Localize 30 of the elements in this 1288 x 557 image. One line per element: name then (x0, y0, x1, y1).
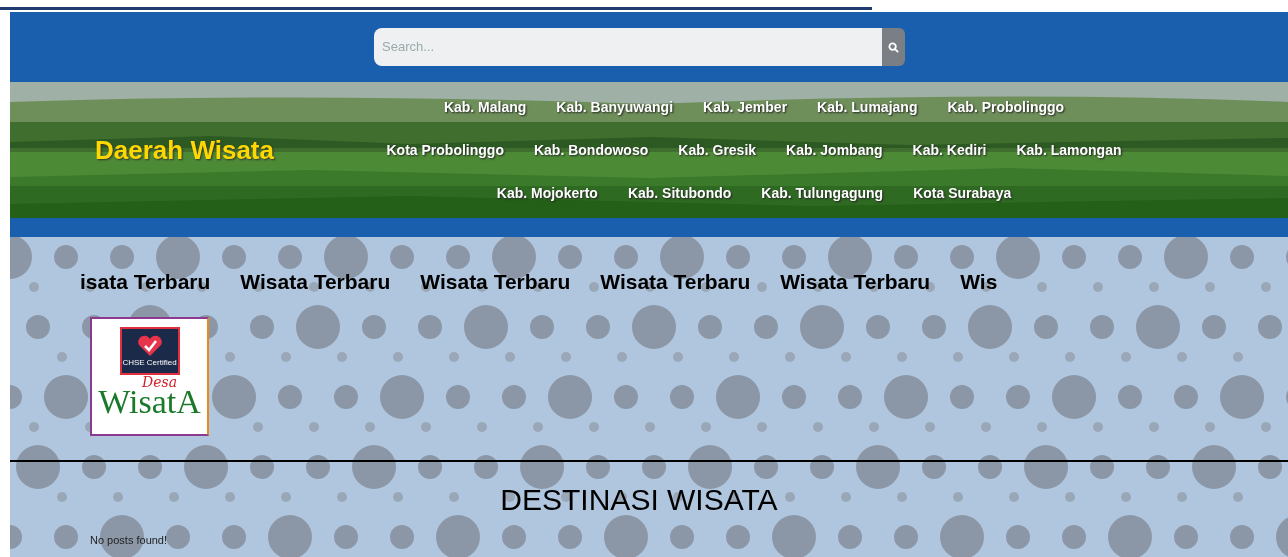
ticker-text: isata Terbaru (80, 271, 211, 295)
ticker-text: Wisata Terbaru (420, 271, 571, 295)
nav-link[interactable]: Kota Surabaya (913, 182, 1012, 204)
nav-link[interactable]: Kab. Lumajang (817, 96, 918, 118)
site-title: Daerah Wisata (95, 133, 275, 167)
section-heading: DESTINASI WISATA (499, 482, 779, 518)
search-button[interactable] (882, 28, 905, 66)
nav-link[interactable]: Kab. Situbondo (627, 182, 732, 204)
empty-message: No posts found! (90, 533, 169, 548)
heart-check-icon (136, 335, 163, 357)
nav-link[interactable]: Kab. Banyuwangi (556, 96, 674, 118)
nav-link[interactable]: Kab. Gresik (678, 139, 757, 161)
nav-link[interactable]: Kota Probolinggo (386, 139, 504, 161)
nav-link[interactable]: Kab. Kediri (912, 139, 987, 161)
search-icon (888, 41, 899, 53)
logo-script: Desa (141, 375, 177, 389)
nav-link[interactable]: Kab. Mojokerto (496, 182, 598, 204)
nav-link[interactable]: Kab. Lamongan (1016, 139, 1122, 161)
nav-link[interactable]: Kab. Bondowoso (533, 139, 649, 161)
badge-text: CHSE Certified (122, 359, 177, 367)
search-field[interactable]: Search... (374, 28, 882, 66)
nav-link[interactable]: Kab. Jember (703, 96, 788, 118)
ticker-text: Wisata Terbaru (780, 271, 931, 295)
nav-link[interactable]: Kab. Jombang (786, 139, 883, 161)
ticker-text: Wis (960, 271, 998, 295)
ticker-text: Wisata Terbaru (600, 271, 751, 295)
ticker-text: Wisata Terbaru (240, 271, 391, 295)
nav-link[interactable]: Kab. Malang (443, 96, 527, 118)
nav-link[interactable]: Kab. Tulungagung (761, 182, 884, 204)
nav-link[interactable]: Kab. Probolinggo (947, 96, 1065, 118)
